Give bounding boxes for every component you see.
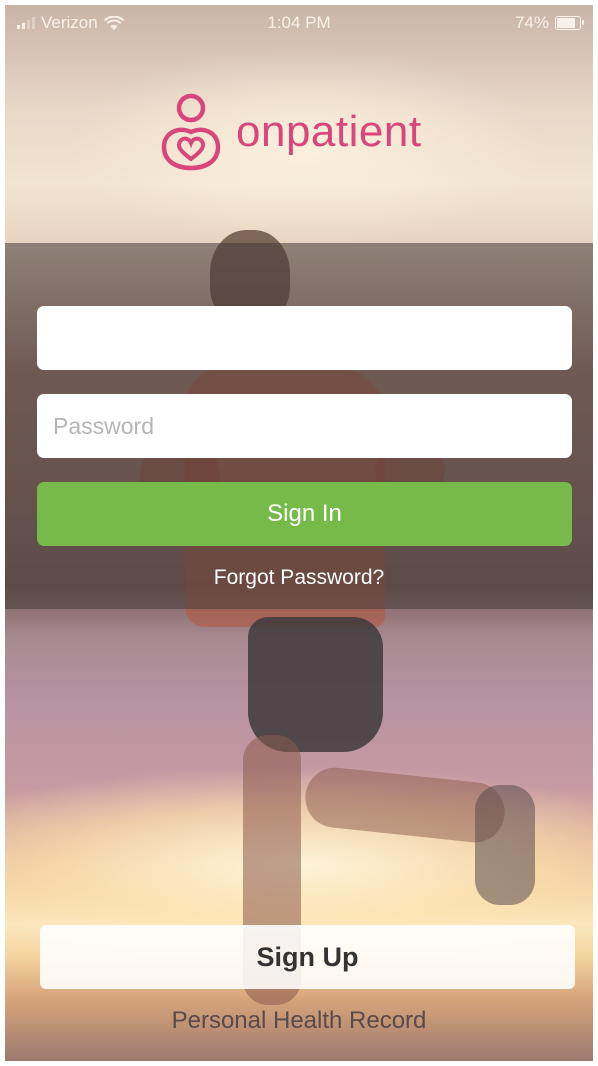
battery-icon bbox=[555, 16, 584, 30]
brand-logo: onpatient bbox=[160, 93, 422, 171]
battery-percent: 74% bbox=[514, 13, 549, 32]
username-field[interactable] bbox=[37, 306, 572, 370]
status-time: 1:04 PM bbox=[267, 13, 331, 32]
status-bar: Verizon 1:04 PM 74% bbox=[5, 5, 593, 39]
runner-shorts bbox=[248, 617, 383, 752]
password-field[interactable] bbox=[37, 394, 572, 458]
heart-person-icon bbox=[161, 93, 221, 171]
sign-up-button[interactable]: Sign Up bbox=[40, 925, 575, 989]
app-screen: Verizon 1:04 PM 74% onpatient Sign In Fo… bbox=[5, 5, 593, 1061]
runner-leg-right bbox=[302, 764, 508, 846]
brand-name: onpatient bbox=[236, 107, 422, 156]
battery: 74% bbox=[514, 13, 584, 33]
tagline: Personal Health Record bbox=[171, 1007, 427, 1034]
sign-in-button[interactable]: Sign In bbox=[37, 482, 572, 546]
forgot-password-link[interactable]: Forgot Password? bbox=[5, 566, 593, 590]
runner-shoe bbox=[475, 785, 535, 905]
